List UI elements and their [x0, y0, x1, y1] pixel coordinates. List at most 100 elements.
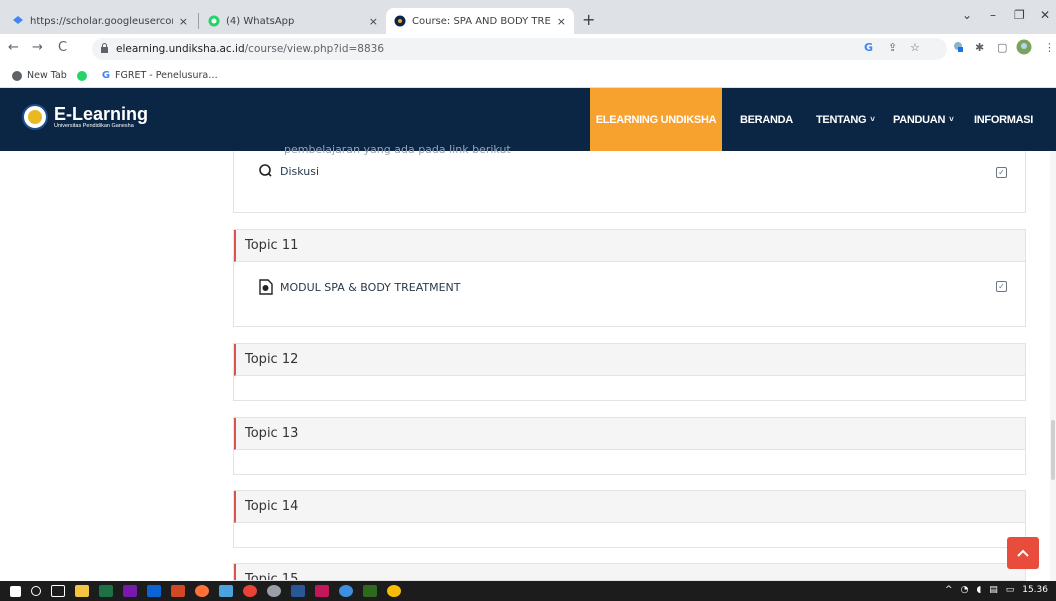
menu-informasi[interactable]: INFORMASI	[974, 88, 1033, 151]
close-tab-icon[interactable]: ×	[369, 15, 378, 28]
share-icon[interactable]: ⇪	[888, 41, 897, 54]
section-summary-text: pembelajaran yang ada pada link berikut	[284, 143, 511, 156]
forward-button[interactable]: →	[32, 40, 43, 55]
logo-title: E-Learning	[54, 103, 149, 124]
menu-panduan[interactable]: PANDUAN ˅	[893, 88, 954, 151]
site-header: E-Learning Universitas Pendidikan Ganesh…	[0, 88, 1056, 151]
bookmark-label: New Tab	[27, 70, 67, 81]
captivate-icon[interactable]	[363, 585, 377, 597]
extensions-puzzle-icon[interactable]: ✱	[975, 41, 984, 54]
url-path: /course/view.php?id=8836	[244, 43, 385, 55]
topic-title[interactable]: Topic 12	[234, 344, 1025, 376]
search-icon[interactable]	[31, 586, 41, 596]
outlook-icon[interactable]	[147, 585, 161, 597]
clock[interactable]: 15.36	[1022, 585, 1048, 595]
reload-button[interactable]: C	[58, 40, 67, 55]
topic-title[interactable]: Topic 11	[234, 230, 1025, 262]
tab-course[interactable]: Course: SPA AND BODY TREATM… ×	[386, 8, 574, 34]
tab-scholar[interactable]: https://scholar.googleusercontent… ×	[4, 8, 196, 34]
menu-elearning-undiksha[interactable]: ELEARNING UNDIKSHA	[590, 88, 722, 151]
page-scrollbar[interactable]	[1050, 151, 1056, 581]
close-tab-icon[interactable]: ×	[179, 15, 188, 28]
tab-whatsapp[interactable]: (4) WhatsApp ×	[200, 8, 386, 34]
new-tab-button[interactable]: +	[582, 10, 595, 29]
topic-title[interactable]: Topic 14	[234, 491, 1025, 523]
topic-section: Topic 13	[233, 417, 1026, 475]
topic-section-partial: pembelajaran yang ada pada link berikut …	[233, 143, 1026, 213]
tab-title: (4) WhatsApp	[226, 15, 295, 27]
app-icon[interactable]	[315, 585, 329, 597]
menu-tentang[interactable]: TENTANG ˅	[816, 88, 875, 151]
scroll-to-top-button[interactable]	[1007, 537, 1039, 569]
tab-search-icon[interactable]: ⌄	[962, 8, 972, 22]
whatsapp-icon	[76, 70, 87, 81]
file-icon	[258, 279, 274, 295]
windows-taskbar: ^ ◔ ◖ ▤ ▭ 15.36	[0, 581, 1056, 601]
topic-title[interactable]: Topic 13	[234, 418, 1025, 450]
menu-label: INFORMASI	[974, 113, 1034, 126]
restore-button[interactable]: ❐	[1014, 8, 1025, 22]
whatsapp-icon	[208, 15, 220, 27]
system-tray: ^ ◔ ◖ ▤ ▭ 15.36	[937, 585, 1048, 595]
back-button[interactable]: ←	[8, 40, 19, 55]
activity-name: Diskusi	[280, 164, 320, 178]
notification-icon[interactable]: ▤	[989, 585, 998, 595]
minimize-button[interactable]: –	[990, 8, 996, 22]
menu-kebab-icon[interactable]: ⋮	[1044, 41, 1055, 54]
excel-icon[interactable]	[99, 585, 113, 597]
topic-title[interactable]: Topic 15	[234, 564, 1025, 580]
google-icon[interactable]: G	[864, 41, 873, 54]
logo-subtitle: Universitas Pendidikan Ganesha	[54, 122, 134, 129]
undiksha-emblem-icon	[22, 104, 48, 130]
powerpoint-icon[interactable]	[171, 585, 185, 597]
elearning-logo[interactable]: E-Learning Universitas Pendidikan Ganesh…	[22, 104, 148, 130]
chrome-icon[interactable]	[243, 585, 257, 597]
app-icon[interactable]	[339, 585, 353, 597]
photos-icon[interactable]	[219, 585, 233, 597]
close-tab-icon[interactable]: ×	[557, 15, 566, 28]
menu-beranda[interactable]: BERANDA	[740, 88, 793, 151]
bookmarks-bar: New Tab G FGRET - Penelusura…	[0, 64, 1056, 88]
tab-title: Course: SPA AND BODY TREATM…	[412, 15, 551, 27]
chevron-up-icon	[1017, 549, 1029, 557]
firefox-icon[interactable]	[195, 585, 209, 597]
network-icon[interactable]: ◔	[961, 585, 969, 595]
bookmark-label: FGRET - Penelusura…	[115, 70, 218, 81]
profile-avatar[interactable]	[1016, 39, 1032, 58]
chevron-down-icon: ˅	[870, 115, 875, 124]
chevron-up-icon[interactable]: ^	[945, 585, 953, 595]
bookmark-fgret[interactable]: G FGRET - Penelusura…	[102, 70, 218, 81]
globe-icon	[12, 70, 22, 81]
keyboard-icon[interactable]: ▭	[1006, 585, 1015, 595]
volume-icon[interactable]: ◖	[976, 585, 981, 595]
browser-tab-strip: https://scholar.googleusercontent… × (4)…	[0, 0, 1056, 34]
menu-label: BERANDA	[740, 113, 793, 126]
url-bar[interactable]: elearning.undiksha.ac.id /course/view.ph…	[92, 38, 947, 60]
topic-section: Topic 15	[233, 563, 1026, 581]
user-icon[interactable]	[267, 585, 281, 597]
activity-name: MODUL SPA & BODY TREATMENT	[280, 280, 461, 294]
activity-diskusi[interactable]: Diskusi	[258, 163, 319, 179]
word-icon[interactable]	[291, 585, 305, 597]
close-window-button[interactable]: ✕	[1040, 8, 1050, 22]
extension-icon[interactable]	[952, 41, 964, 56]
menu-label: ELEARNING UNDIKSHA	[595, 113, 717, 126]
start-icon[interactable]	[10, 585, 21, 597]
forum-icon	[258, 163, 274, 179]
scrollbar-thumb[interactable]	[1051, 420, 1055, 480]
taskview-icon[interactable]	[51, 585, 65, 597]
completion-checkbox[interactable]: ✓	[996, 167, 1007, 178]
file-explorer-icon[interactable]	[75, 585, 89, 597]
bookmark-star-icon[interactable]: ☆	[910, 41, 920, 54]
chrome-icon[interactable]	[387, 585, 401, 597]
completion-checkbox[interactable]: ✓	[996, 281, 1007, 292]
moodle-icon	[394, 15, 406, 27]
topic-section: Topic 11 MODUL SPA & BODY TREATMENT ✓	[233, 229, 1026, 327]
bookmark-new-tab[interactable]: New Tab	[12, 70, 67, 81]
menu-label: TENTANG	[816, 113, 867, 126]
onenote-icon[interactable]	[123, 585, 137, 597]
bookmark-whatsapp[interactable]	[76, 70, 92, 81]
topic-section: Topic 12	[233, 343, 1026, 401]
side-panel-icon[interactable]: ▢	[997, 41, 1007, 54]
activity-modul[interactable]: MODUL SPA & BODY TREATMENT	[258, 279, 461, 295]
